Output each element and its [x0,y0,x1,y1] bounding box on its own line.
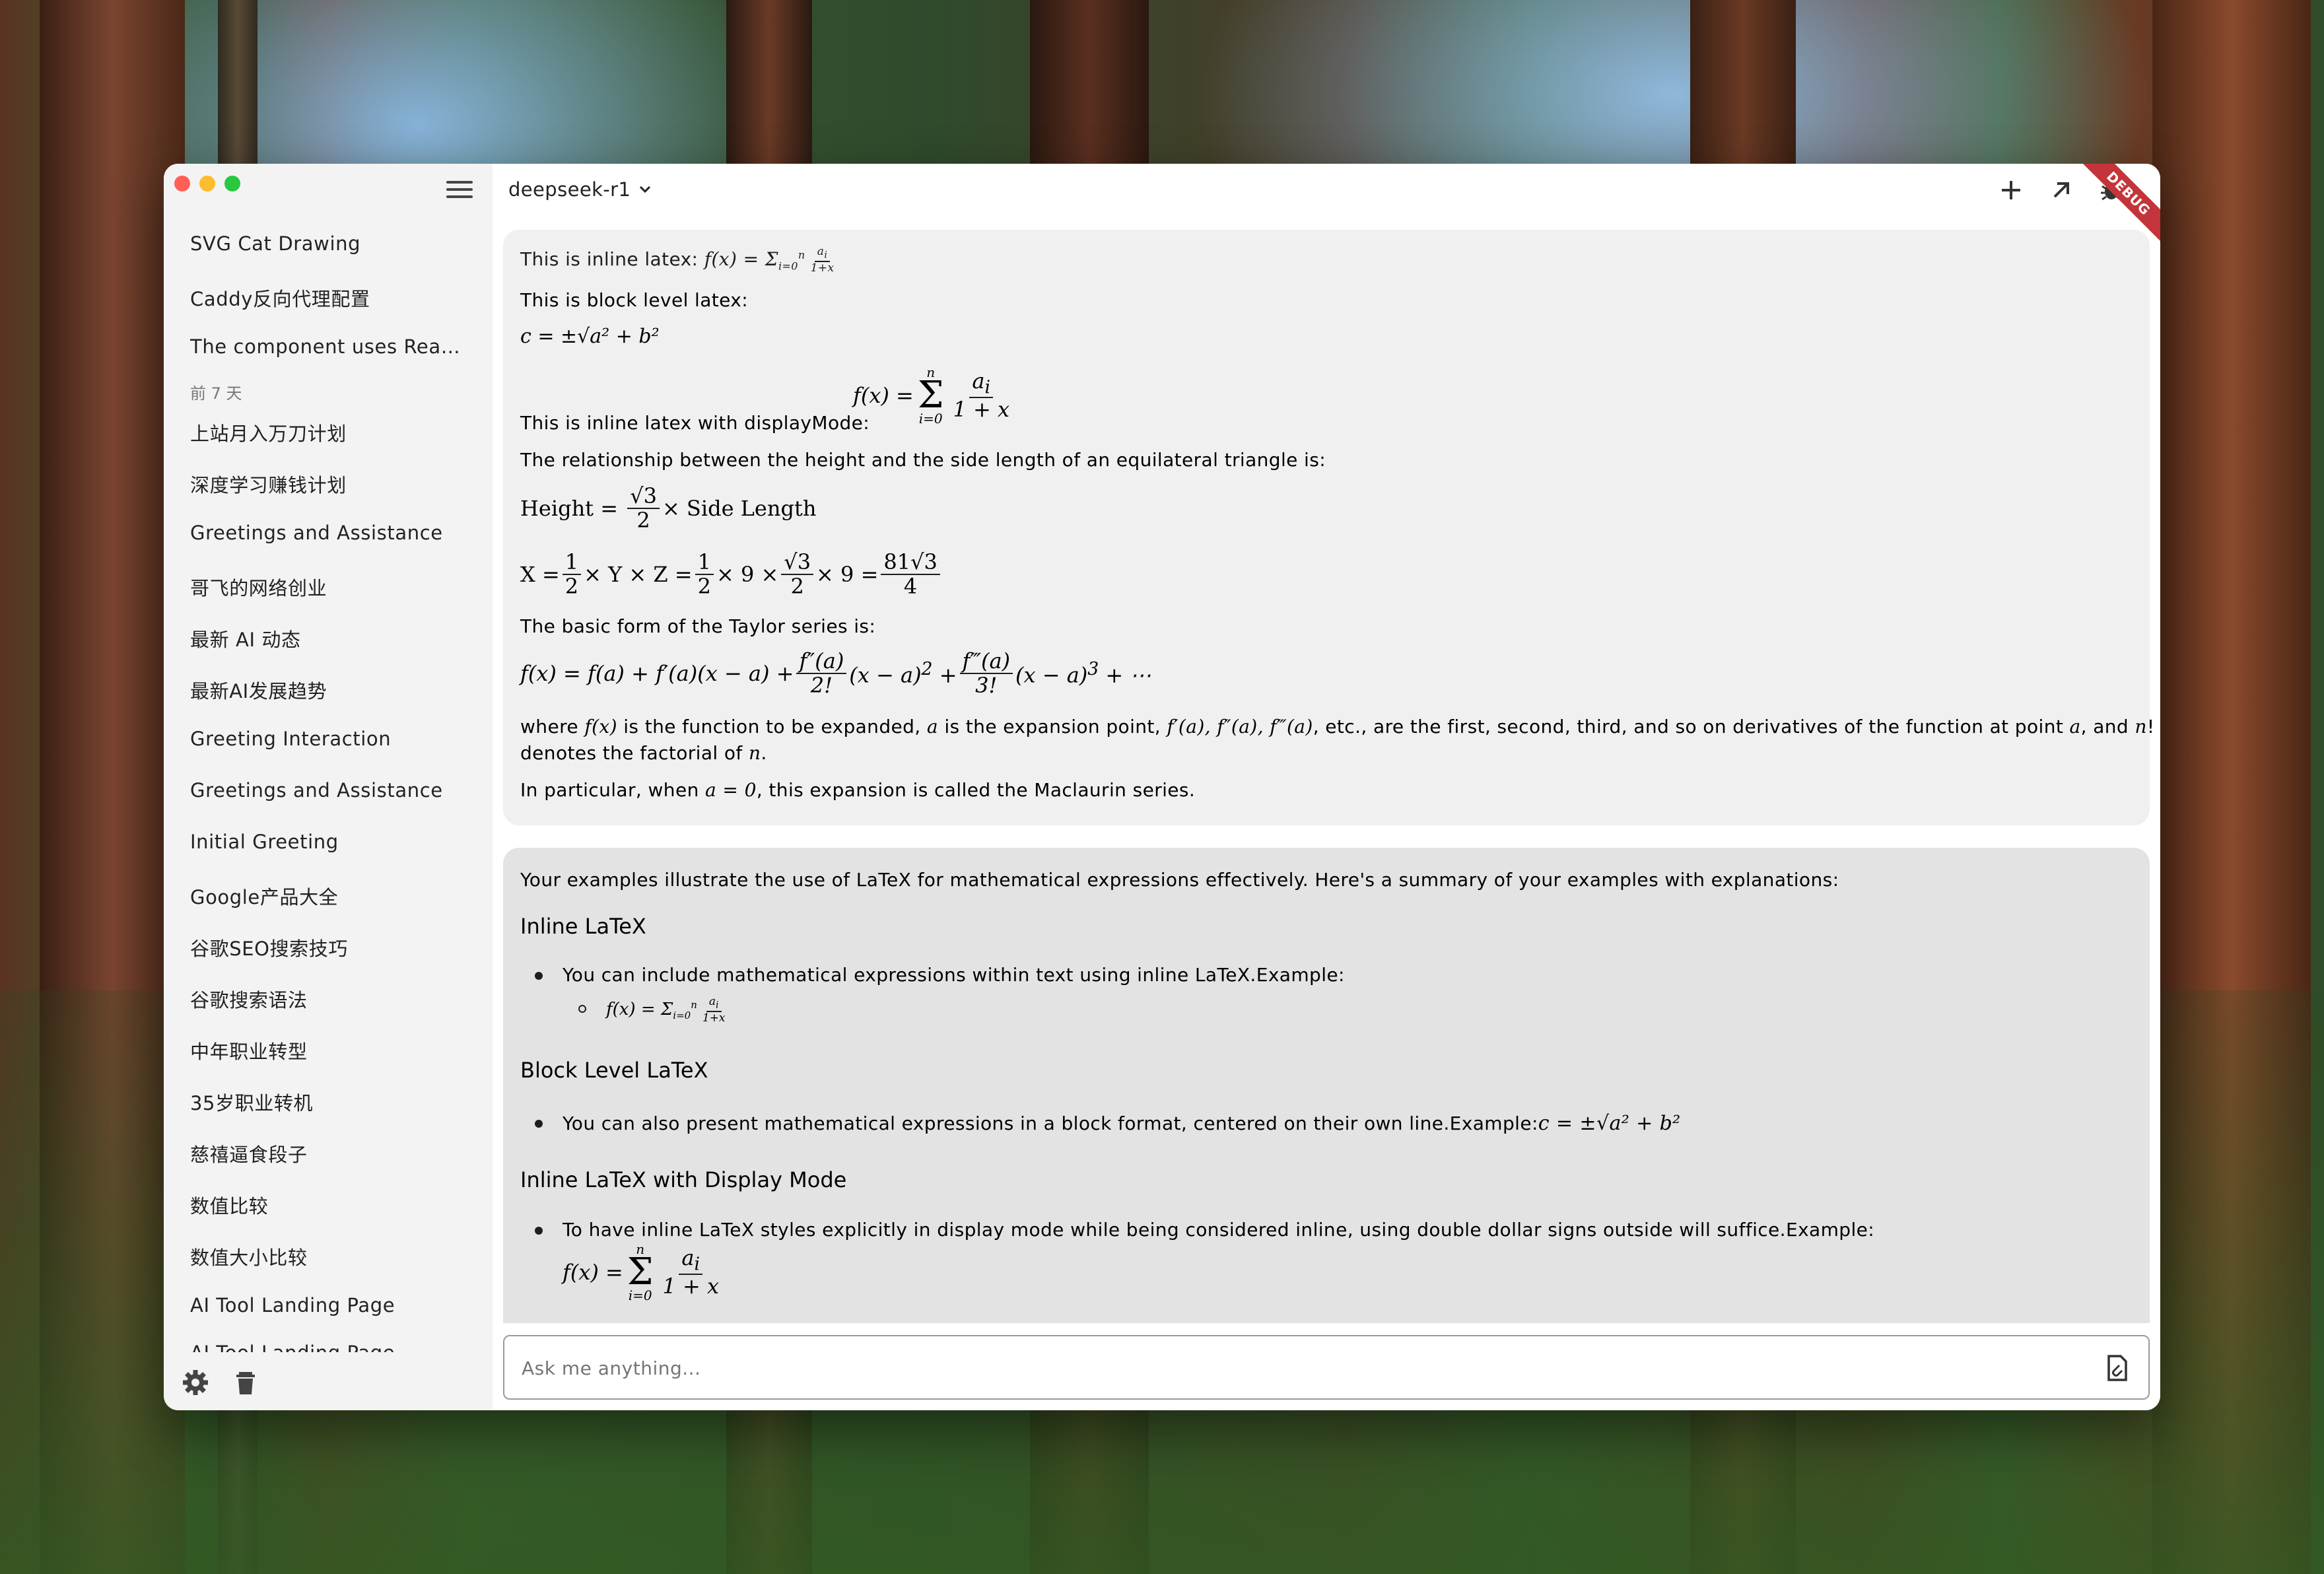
text: , this expansion is called the Maclaurin… [756,779,1196,801]
conversation-item[interactable]: Initial Greeting [190,831,467,853]
text: is the expansion point, [944,716,1161,737]
conversation-item[interactable]: 谷歌搜索语法 [190,985,467,1013]
conversation-item[interactable]: 谷歌SEO搜索技巧 [190,934,467,961]
text: denotes the factorial of [520,742,743,764]
xyz-formula: X = 1 2 × Y × Z = 1 2 × 9 × √3 2 × 9 = 81√3 4 [520,550,943,598]
model-name: deepseek-r1 [508,178,631,201]
conversation-item[interactable]: 数值大小比较 [190,1243,467,1270]
message-input-bar [503,1335,2150,1400]
chevron-down-icon [640,186,651,193]
message-line: The relationship between the height and … [520,449,1326,471]
bullet-text: You can include mathematical expressions… [563,964,1345,986]
fraction: ai 1+x [810,245,835,275]
message-line: The basic form of the Taylor series is: [520,615,876,637]
bullet [535,1120,543,1128]
bullet-text: To have inline LaTeX styles explicitly i… [563,1219,1875,1241]
settings-icon[interactable] [181,1368,210,1397]
bullet-text: You can also present mathematical expres… [563,1112,1681,1135]
text: , etc., are the first, second, third, an… [1313,716,2064,737]
message-line: This is block level latex: [520,289,749,311]
conversation-item[interactable]: The component uses Reac... [190,335,467,358]
inline-math: f(x) = Σi=0n [704,248,805,273]
bullet [535,972,543,980]
conversation-item[interactable]: AI Tool Landing Page [190,1342,467,1352]
arrow-up-right-icon[interactable] [2048,177,2074,203]
conversation-item[interactable]: 深度学习赚钱计划 [190,470,467,498]
display-math: f(x) = n Σi=0 ai 1 + x [853,364,1009,427]
text: × Side Length [662,496,817,522]
assistant-message: Your examples illustrate the use of LaTe… [503,848,2150,1323]
text: In particular, when [520,779,699,801]
date-group-label: 前 7 天 [190,384,242,403]
plus-icon[interactable] [1998,177,2024,203]
conversation-item[interactable]: 慈禧逼食段子 [190,1140,467,1167]
bullet [535,1227,543,1235]
conversation-item[interactable]: 最新 AI 动态 [190,625,467,652]
attach-file-icon[interactable] [2103,1353,2130,1383]
conversation-item[interactable]: 哥飞的网络创业 [190,573,467,601]
conversation-item[interactable]: 上站月入万刀计划 [190,419,467,446]
message-line: denotes the factorial of n. [520,742,767,764]
message-line: Your examples illustrate the use of LaTe… [520,869,1839,891]
inline-math: c = ±√a² + b² [1538,1112,1681,1135]
conversation-item[interactable]: 最新AI发展趋势 [190,676,467,704]
conversation-item[interactable]: SVG Cat Drawing [190,232,467,255]
display-math: f(x) = n Σi=0 ai 1 + x [563,1241,719,1304]
conversation-item[interactable]: Greeting Interaction [190,728,467,750]
taylor-formula: f(x) = f(a) + f′(a)(x − a) + f″(a) 2! (x −… [520,648,1151,699]
message-line: This is inline latex: f(x) = Σi=0n ai 1+x [520,246,839,275]
sidebar-footer [181,1368,260,1397]
message-line: This is inline latex with displayMode: [520,412,870,434]
section-heading: Inline LaTeX with Display Mode [520,1167,847,1192]
conversation-item[interactable]: 35岁职业转机 [190,1088,467,1116]
text: where [520,716,578,737]
sub-bullet [578,1005,586,1013]
text: is the function to be expanded, [623,716,921,737]
user-message: This is inline latex: f(x) = Σi=0n ai 1+x … [503,230,2154,825]
conversation-item[interactable]: Caddy反向代理配置 [190,284,467,312]
text: , and [2080,716,2129,737]
inline-math: f(x) = Σi=0n ai 1+x [606,995,726,1025]
text: You can also present mathematical expres… [563,1112,1538,1134]
conversation-item[interactable]: Greetings and Assistance [190,522,467,544]
message-line: In particular, when a = 0, this expansio… [520,779,1196,801]
block-math: c = ±√a² + b² [520,325,660,348]
text: Height [520,496,594,522]
message-input[interactable] [520,1336,2041,1400]
height-formula: Height = √3 2 × Side Length [520,483,817,533]
text: This is inline latex: [520,248,704,270]
section-heading: Inline LaTeX [520,914,646,939]
conversation-item[interactable]: 数值比较 [190,1191,467,1219]
trash-icon[interactable] [231,1368,260,1397]
conversation-item[interactable]: 中年职业转型 [190,1037,467,1064]
conversation-item[interactable]: AI Tool Landing Page [190,1294,467,1317]
conversation-item[interactable]: Google产品大全 [190,882,467,910]
top-bar: deepseek-r1 DEBUG [493,164,2160,244]
conversation-item[interactable]: Greetings and Assistance [190,779,467,802]
conversation-list-scroll[interactable]: SVG Cat Drawing Caddy反向代理配置 The componen… [164,164,493,1352]
section-heading: Block Level LaTeX [520,1058,708,1083]
model-selector[interactable]: deepseek-r1 [508,178,652,201]
message-line: where f(x) is the function to be expande… [520,716,2155,737]
